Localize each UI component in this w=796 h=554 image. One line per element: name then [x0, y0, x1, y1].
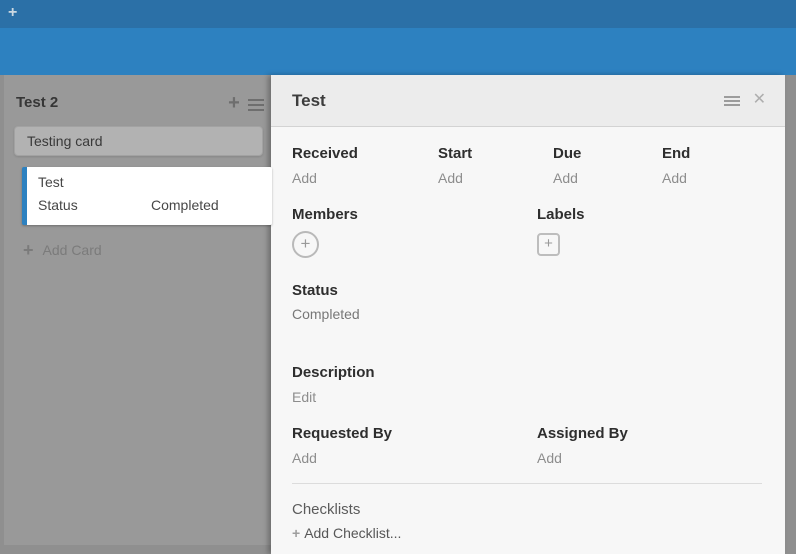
- requested-by-label: Requested By: [292, 425, 537, 443]
- board-canvas: Test 2 + Testing card Test Status Comple…: [0, 75, 796, 554]
- card-menu-icon[interactable]: [724, 96, 740, 108]
- add-label-button[interactable]: +: [537, 233, 560, 256]
- status-label: Status: [292, 282, 762, 300]
- description-label: Description: [292, 364, 762, 382]
- members-label: Members: [292, 206, 537, 224]
- date-field-due: Due Add: [553, 145, 662, 188]
- add-checklist-label: Add Checklist...: [304, 525, 401, 541]
- board-header-bar: [0, 28, 796, 75]
- card-details-body: Received Add Start Add Due Add End Add: [271, 145, 785, 554]
- start-add-button[interactable]: Add: [438, 170, 463, 186]
- received-label: Received: [292, 145, 438, 163]
- app-window: + Test 2 + Testing card Test Status Comp…: [0, 0, 796, 554]
- date-fields-row: Received Add Start Add Due Add End Add: [292, 145, 762, 188]
- card-details-title[interactable]: Test: [292, 91, 326, 111]
- end-add-button[interactable]: Add: [662, 170, 687, 186]
- card-details-header: Test ✕: [271, 75, 785, 127]
- add-card-label: Add Card: [43, 242, 102, 258]
- list-menu-icon[interactable]: [248, 99, 264, 111]
- received-add-button[interactable]: Add: [292, 170, 317, 186]
- description-edit-button[interactable]: Edit: [292, 389, 316, 405]
- labels-section: Labels +: [537, 206, 762, 258]
- assigned-by-add-button[interactable]: Add: [537, 450, 562, 466]
- card-details-panel: Test ✕ Received Add Start Add Due: [271, 75, 785, 554]
- labels-label: Labels: [537, 206, 762, 224]
- list-add-card-icon[interactable]: +: [226, 96, 242, 112]
- assigned-by-section: Assigned By Add: [537, 425, 762, 468]
- list-test-2: Test 2 + Testing card Test Status Comple…: [4, 75, 271, 545]
- requested-by-section: Requested By Add: [292, 425, 537, 468]
- minicard-test[interactable]: Test Status Completed: [22, 167, 272, 225]
- members-labels-row: Members + Labels +: [292, 206, 762, 258]
- end-label: End: [662, 145, 690, 163]
- requested-assigned-row: Requested By Add Assigned By Add: [292, 425, 762, 468]
- requested-by-add-button[interactable]: Add: [292, 450, 317, 466]
- status-section: Status Completed: [292, 282, 762, 322]
- description-section: Description Edit: [292, 364, 762, 407]
- close-icon[interactable]: ✕: [753, 91, 766, 109]
- plus-icon: +: [23, 242, 34, 258]
- add-board-icon[interactable]: +: [8, 4, 17, 22]
- date-field-end: End Add: [662, 145, 690, 188]
- due-add-button[interactable]: Add: [553, 170, 578, 186]
- date-field-start: Start Add: [438, 145, 553, 188]
- add-member-button[interactable]: +: [292, 231, 319, 258]
- add-checklist-button[interactable]: +Add Checklist...: [292, 525, 762, 541]
- add-card-button[interactable]: + Add Card: [23, 242, 102, 258]
- minicard-custom-field: Status Completed: [38, 198, 272, 213]
- checklists-label: Checklists: [292, 501, 762, 519]
- plus-icon: +: [292, 525, 300, 541]
- section-divider: [292, 483, 762, 484]
- status-value[interactable]: Completed: [292, 306, 762, 322]
- assigned-by-label: Assigned By: [537, 425, 762, 443]
- minicard-field-value: Completed: [151, 198, 219, 213]
- date-field-received: Received Add: [292, 145, 438, 188]
- card-composer-input[interactable]: Testing card: [14, 126, 263, 156]
- start-label: Start: [438, 145, 553, 163]
- minicard-title: Test: [38, 175, 272, 190]
- due-label: Due: [553, 145, 662, 163]
- top-navbar: +: [0, 0, 796, 28]
- minicard-field-label: Status: [38, 198, 151, 213]
- members-section: Members +: [292, 206, 537, 258]
- list-title[interactable]: Test 2: [16, 94, 58, 111]
